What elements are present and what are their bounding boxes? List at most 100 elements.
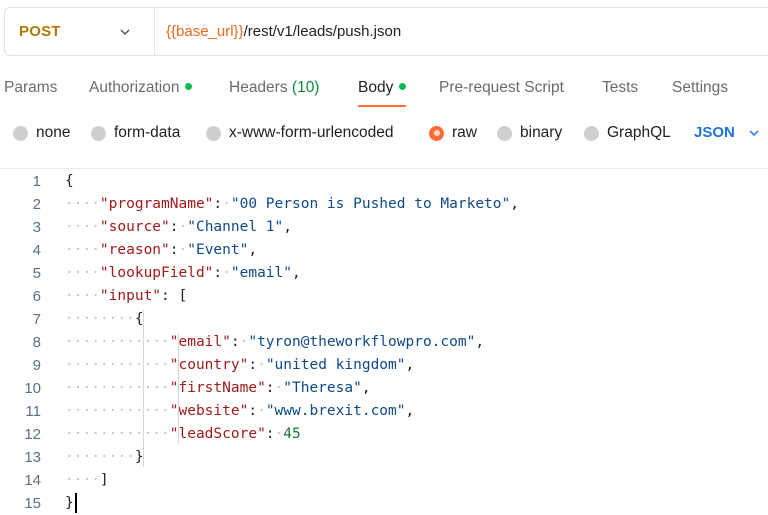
line-number: 8 bbox=[32, 334, 41, 351]
json-punct: : bbox=[230, 334, 240, 350]
line-number: 5 bbox=[32, 265, 41, 282]
json-string: "tyron@theworkflowpro.com" bbox=[248, 334, 476, 350]
radio-circle bbox=[497, 125, 512, 141]
code-line: 9 ············"country":·"united kingdom"… bbox=[0, 354, 768, 377]
tab-pre-request-script[interactable]: Pre-request Script bbox=[439, 77, 564, 105]
code-line: 8 ············"email":·"tyron@theworkflow… bbox=[0, 331, 768, 354]
method-label: POST bbox=[19, 23, 61, 40]
radio-raw[interactable]: raw bbox=[429, 124, 477, 142]
code-text: ············"email":·"tyron@theworkflowp… bbox=[65, 331, 484, 354]
whitespace-marker: ···· bbox=[65, 472, 100, 488]
code-line: 10 ············"firstName":·"Theresa", bbox=[0, 377, 768, 400]
tab-body[interactable]: Body bbox=[358, 77, 407, 107]
json-punct: , bbox=[283, 219, 292, 235]
line-number: 11 bbox=[25, 403, 41, 420]
radio-x-www-form-urlencoded[interactable]: x-www-form-urlencoded bbox=[206, 124, 394, 142]
tab-authorization[interactable]: Authorization bbox=[89, 77, 193, 105]
chevron-down-icon bbox=[749, 129, 759, 136]
code-text: ············"firstName":·"Theresa", bbox=[65, 377, 371, 400]
json-key: "country" bbox=[169, 357, 249, 373]
json-punct: , bbox=[248, 242, 258, 258]
code-line: 6 ····"input": [ bbox=[0, 285, 768, 308]
json-string: "Channel 1" bbox=[187, 219, 284, 235]
code-text: ············"country":·"united kingdom", bbox=[65, 354, 414, 377]
json-punct: , bbox=[405, 357, 415, 373]
code-line: 15} bbox=[0, 492, 768, 515]
line-number: 4 bbox=[32, 242, 41, 259]
whitespace-marker: · bbox=[222, 265, 231, 281]
status-dot bbox=[399, 83, 407, 90]
code-line: 14 ····] bbox=[0, 469, 768, 492]
code-text: } bbox=[65, 492, 74, 515]
radio-label: form-data bbox=[114, 124, 181, 141]
radio-label: none bbox=[36, 124, 71, 141]
json-string: "00 Person is Pushed to Marketo" bbox=[230, 196, 511, 212]
whitespace-marker: ···· bbox=[65, 196, 100, 212]
tab-settings[interactable]: Settings bbox=[672, 77, 728, 105]
radio-form-data[interactable]: form-data bbox=[91, 124, 180, 142]
divider bbox=[0, 168, 768, 169]
code-text: ········} bbox=[65, 446, 144, 469]
whitespace-marker: · bbox=[274, 380, 284, 396]
code-text: ····"input": [ bbox=[65, 285, 187, 308]
tab-tests[interactable]: Tests bbox=[602, 77, 638, 105]
tab-count: (10) bbox=[291, 79, 320, 96]
code-line: 4 ····"reason":·"Event", bbox=[0, 239, 768, 262]
radio-circle bbox=[584, 125, 599, 141]
line-number: 10 bbox=[24, 380, 41, 397]
radio-circle bbox=[206, 125, 221, 141]
json-number: 45 bbox=[283, 426, 301, 442]
code-text: ············"website":·"www.brexit.com", bbox=[65, 400, 414, 423]
json-key: "reason" bbox=[99, 242, 170, 258]
url-input[interactable]: {{base_url}}/rest/v1/leads/push.json bbox=[155, 23, 401, 40]
tab-label: Headers bbox=[229, 79, 288, 96]
whitespace-marker: ········ bbox=[65, 311, 135, 327]
chevron-down-icon[interactable] bbox=[118, 25, 132, 39]
request-editor: POST {{base_url}}/rest/v1/leads/push.jso… bbox=[0, 0, 768, 515]
whitespace-marker: · bbox=[257, 357, 266, 373]
whitespace-marker: ···· bbox=[65, 265, 100, 281]
url-bar: POST {{base_url}}/rest/v1/leads/push.jso… bbox=[4, 7, 768, 56]
json-key: "input" bbox=[99, 288, 162, 304]
code-text: ············"leadScore":·45 bbox=[65, 423, 301, 446]
json-string: "Event" bbox=[187, 242, 249, 258]
json-key: "leadScore" bbox=[169, 426, 266, 442]
tab-label: Tests bbox=[602, 79, 639, 96]
line-number: 13 bbox=[24, 449, 41, 466]
format-label: JSON bbox=[694, 124, 735, 141]
radio-none[interactable]: none bbox=[13, 124, 70, 142]
method-select[interactable]: POST bbox=[5, 8, 155, 55]
json-punct: : bbox=[248, 357, 258, 373]
request-tabs: Params Authorization Headers (10) Body P… bbox=[0, 74, 768, 108]
json-punct: : bbox=[161, 288, 170, 304]
whitespace-marker: · bbox=[178, 242, 188, 258]
code-line: 13 ········} bbox=[0, 446, 768, 469]
whitespace-marker: ···· bbox=[65, 219, 100, 235]
status-dot bbox=[185, 83, 193, 90]
whitespace-marker: ············ bbox=[65, 380, 170, 396]
code-line: 3 ····"source":·"Channel 1", bbox=[0, 216, 768, 239]
radio-binary[interactable]: binary bbox=[497, 124, 562, 142]
code-line: 5 ····"lookupField":·"email", bbox=[0, 262, 768, 285]
whitespace-marker: ············ bbox=[65, 426, 170, 442]
json-key: "lookupField" bbox=[99, 265, 214, 281]
line-number: 6 bbox=[32, 288, 41, 305]
whitespace-marker bbox=[170, 288, 179, 304]
whitespace-marker: ···· bbox=[65, 288, 100, 304]
code-editor[interactable]: 1{2 ····"programName":·"00 Person is Push… bbox=[0, 170, 768, 515]
format-select[interactable]: JSON bbox=[694, 124, 761, 141]
whitespace-marker: · bbox=[222, 196, 231, 212]
radio-label: GraphQL bbox=[607, 124, 671, 141]
line-number: 1 bbox=[32, 173, 41, 190]
radio-graphql[interactable]: GraphQL bbox=[584, 124, 671, 142]
code-line: 11 ············"website":·"www.brexit.com… bbox=[0, 400, 768, 423]
tab-params[interactable]: Params bbox=[4, 77, 57, 105]
tab-headers[interactable]: Headers (10) bbox=[229, 77, 319, 105]
json-punct: [ bbox=[178, 288, 188, 304]
line-number: 15 bbox=[24, 495, 41, 512]
json-punct: , bbox=[361, 380, 371, 396]
json-punct: : bbox=[213, 265, 223, 281]
radio-circle bbox=[91, 125, 106, 141]
whitespace-marker: ············ bbox=[65, 403, 170, 419]
json-punct: , bbox=[405, 403, 415, 419]
